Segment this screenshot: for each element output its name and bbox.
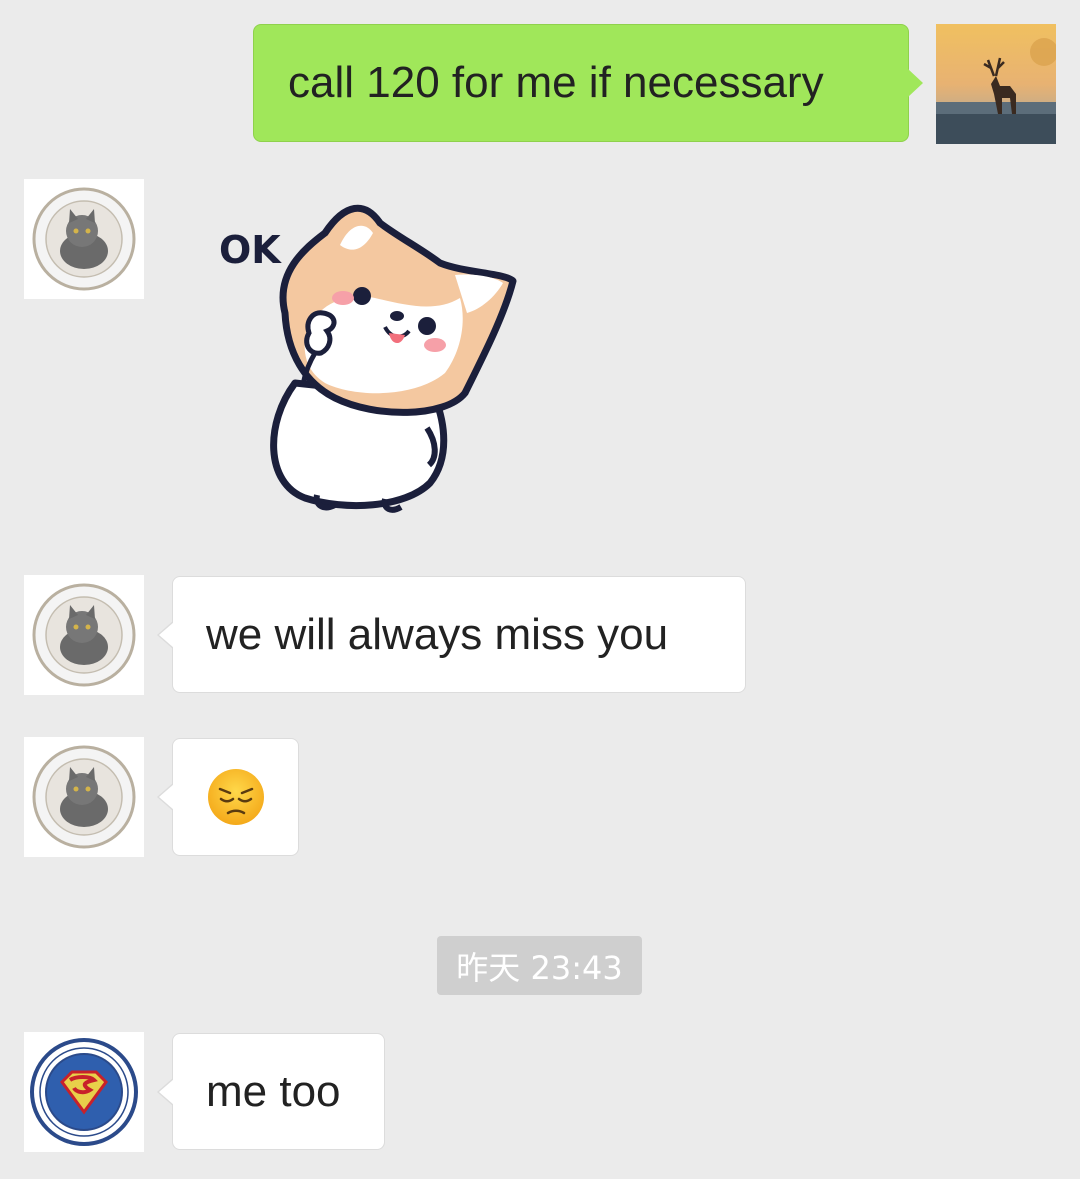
deer-avatar-image: [936, 24, 1056, 144]
message-bubble-incoming[interactable]: we will always miss you: [157, 576, 746, 693]
corgi-sticker-image: OK: [219, 204, 517, 513]
message-bubble-outgoing[interactable]: call 120 for me if necessary: [253, 24, 923, 142]
message-text: me too: [206, 1066, 341, 1116]
corgi-ok-sticker[interactable]: OK: [205, 193, 525, 518]
superman-seal-image: [24, 1032, 144, 1152]
cat-seal-image: [24, 575, 144, 695]
sticker-ok-text: OK: [219, 228, 282, 272]
cat-university-seal-avatar[interactable]: [24, 179, 144, 299]
cat-university-seal-avatar[interactable]: [24, 575, 144, 695]
cat-seal-image: [24, 179, 144, 299]
superman-university-seal-avatar[interactable]: [24, 1032, 144, 1152]
message-bubble-incoming[interactable]: me too: [157, 1033, 385, 1150]
deer-avatar-icon[interactable]: [936, 24, 1056, 144]
message-bubble-incoming[interactable]: [157, 738, 299, 856]
message-text: call 120 for me if necessary: [288, 58, 824, 107]
cat-seal-image: [24, 737, 144, 857]
pensive-face-emoji: [207, 769, 264, 825]
message-text: we will always miss you: [206, 609, 669, 659]
cat-university-seal-avatar[interactable]: [24, 737, 144, 857]
timestamp-label: 昨天 23:43: [437, 936, 642, 995]
